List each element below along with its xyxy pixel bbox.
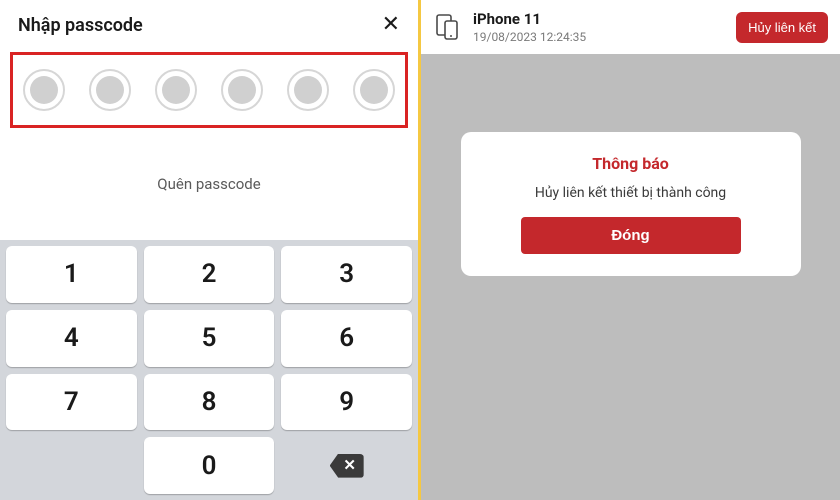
backspace-icon: ✕ xyxy=(330,454,364,478)
keypad-5[interactable]: 5 xyxy=(144,310,275,367)
keypad-4[interactable]: 4 xyxy=(6,310,137,367)
device-panel: iPhone 11 19/08/2023 12:24:35 Hủy liên k… xyxy=(421,0,840,500)
passcode-dot xyxy=(89,69,131,111)
device-bar: iPhone 11 19/08/2023 12:24:35 Hủy liên k… xyxy=(421,0,840,54)
keypad-2[interactable]: 2 xyxy=(144,246,275,303)
device-icon xyxy=(433,13,461,41)
unlink-button[interactable]: Hủy liên kết xyxy=(736,12,828,43)
device-info: iPhone 11 19/08/2023 12:24:35 xyxy=(473,10,724,44)
forgot-passcode-wrap: Quên passcode xyxy=(0,128,418,240)
close-icon[interactable]: ✕ xyxy=(382,14,400,36)
device-name: iPhone 11 xyxy=(473,10,724,28)
keypad-empty xyxy=(6,437,137,494)
keypad-9[interactable]: 9 xyxy=(281,374,412,431)
passcode-dots-box xyxy=(10,52,408,128)
device-timestamp: 19/08/2023 12:24:35 xyxy=(473,30,724,44)
numeric-keypad: 1 2 3 4 5 6 7 8 9 0 ✕ xyxy=(0,240,418,500)
passcode-title: Nhập passcode xyxy=(18,15,143,36)
keypad-1[interactable]: 1 xyxy=(6,246,137,303)
keypad-backspace[interactable]: ✕ xyxy=(281,437,412,494)
passcode-header: Nhập passcode ✕ xyxy=(0,0,418,46)
notification-modal: Thông báo Hủy liên kết thiết bị thành cô… xyxy=(461,132,801,276)
forgot-passcode-link[interactable]: Quên passcode xyxy=(157,175,260,193)
passcode-dot xyxy=(287,69,329,111)
passcode-panel: Nhập passcode ✕ Quên passcode 1 2 3 4 5 … xyxy=(0,0,418,500)
passcode-dot xyxy=(353,69,395,111)
modal-close-button[interactable]: Đóng xyxy=(521,217,741,254)
keypad-3[interactable]: 3 xyxy=(281,246,412,303)
keypad-7[interactable]: 7 xyxy=(6,374,137,431)
keypad-8[interactable]: 8 xyxy=(144,374,275,431)
passcode-dot xyxy=(155,69,197,111)
keypad-0[interactable]: 0 xyxy=(144,437,275,494)
keypad-6[interactable]: 6 xyxy=(281,310,412,367)
passcode-dot xyxy=(23,69,65,111)
modal-title: Thông báo xyxy=(592,154,669,173)
modal-message: Hủy liên kết thiết bị thành công xyxy=(535,185,726,201)
passcode-dot xyxy=(221,69,263,111)
